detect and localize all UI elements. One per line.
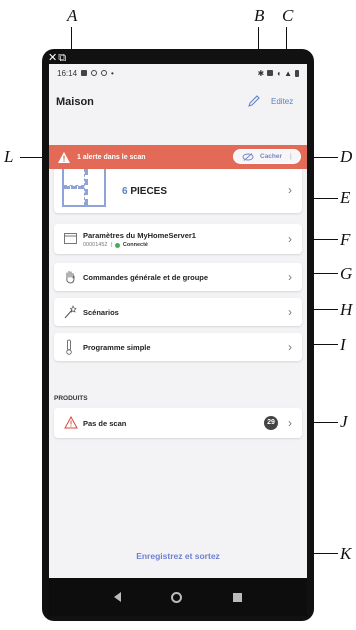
thermometer-icon xyxy=(66,339,72,355)
callout-h: H xyxy=(340,300,353,319)
server-title: Paramètres du MyHomeServer1 xyxy=(83,231,196,240)
menu-item-label: Programme simple xyxy=(83,343,151,352)
chevron-right-icon: › xyxy=(288,183,292,197)
scan-label: Pas de scan xyxy=(83,419,127,428)
recent-apps-icon[interactable] xyxy=(232,592,242,602)
status-time: 16:14 xyxy=(57,68,78,78)
notification-icon xyxy=(101,70,108,76)
floor-plan-icon xyxy=(62,169,106,207)
callout-l: L xyxy=(4,147,14,166)
notification-icon: • xyxy=(111,68,114,78)
general-commands-card[interactable]: Commandes générale et de groupe › xyxy=(54,263,302,291)
server-settings-card[interactable]: Paramètres du MyHomeServer1 00001452 | C… xyxy=(54,224,302,254)
products-section-title: PRODUITS xyxy=(54,395,88,402)
notification-icon xyxy=(81,70,88,76)
warning-icon xyxy=(64,416,78,429)
hide-button[interactable]: Cacher | xyxy=(233,149,301,164)
edit-button[interactable]: Editez xyxy=(271,97,293,106)
product-count-badge: 29 xyxy=(264,416,278,430)
chevron-right-icon: › xyxy=(288,416,292,430)
rooms-count: 6 PIECES xyxy=(122,186,167,197)
callout-f: F xyxy=(340,230,351,249)
status-bar: 16:14 • ✱ ◖ ▲ xyxy=(49,64,307,82)
callout-e: E xyxy=(340,188,351,207)
nfc-icon xyxy=(267,70,274,76)
rooms-label: PIECES xyxy=(130,186,168,197)
server-status: Connecté xyxy=(122,242,148,248)
rooms-card[interactable]: 6 PIECES › xyxy=(54,169,302,213)
notification-icon xyxy=(91,70,98,76)
chevron-right-icon: › xyxy=(288,305,292,319)
phone-frame: ✕⧉ 16:14 • ✱ ◖ ▲ Maison Editez 1 alerte … xyxy=(42,49,314,621)
hand-icon xyxy=(66,271,75,284)
simple-program-card[interactable]: Programme simple › xyxy=(54,333,302,361)
alert-banner: 1 alerte dans le scan Cacher | xyxy=(49,145,307,169)
warning-icon xyxy=(58,151,70,163)
scan-card[interactable]: Pas de scan 29 › xyxy=(54,408,302,438)
rooms-number: 6 xyxy=(122,186,128,197)
home-icon[interactable] xyxy=(171,591,183,603)
eye-slash-icon xyxy=(242,152,254,161)
server-icon xyxy=(64,233,77,244)
menu-item-label: Commandes générale et de groupe xyxy=(83,273,209,282)
magic-wand-icon xyxy=(64,305,77,319)
callout-b: B xyxy=(254,6,265,25)
bluetooth-icon: ✱ xyxy=(257,68,265,78)
back-icon[interactable] xyxy=(114,592,122,602)
save-and-exit-button[interactable]: Enregistrez et sortez xyxy=(49,551,307,561)
android-nav-bar xyxy=(49,578,307,616)
hide-button-separator: | xyxy=(290,153,292,160)
callout-i: I xyxy=(340,335,346,354)
battery-icon xyxy=(295,69,299,77)
page-header: Maison Editez xyxy=(49,82,307,122)
chevron-right-icon: › xyxy=(288,270,292,284)
chevron-right-icon: › xyxy=(288,232,292,246)
signal-icon: ▲ xyxy=(284,68,292,78)
screenshot-icon: ✕⧉ xyxy=(48,52,68,64)
server-status-row: 00001452 | Connecté xyxy=(83,242,148,248)
menu-item-label: Scénarios xyxy=(83,308,119,317)
app-screen: 16:14 • ✱ ◖ ▲ Maison Editez 1 alerte dan… xyxy=(49,64,307,616)
chevron-right-icon: › xyxy=(288,340,292,354)
page-title: Maison xyxy=(56,96,94,108)
callout-j: J xyxy=(340,412,348,431)
server-separator: | xyxy=(110,242,112,248)
callout-d: D xyxy=(340,147,353,166)
connected-dot-icon xyxy=(114,242,120,248)
callout-a: A xyxy=(67,6,78,25)
callout-g: G xyxy=(340,264,353,283)
scenarios-card[interactable]: Scénarios › xyxy=(54,298,302,326)
hide-button-label: Cacher xyxy=(260,153,283,160)
pencil-icon[interactable] xyxy=(247,94,261,108)
wifi-icon: ◖ xyxy=(276,68,282,78)
callout-c: C xyxy=(282,6,294,25)
server-id: 00001452 xyxy=(83,242,108,248)
alert-text: 1 alerte dans le scan xyxy=(77,153,146,161)
callout-k: K xyxy=(340,544,352,563)
